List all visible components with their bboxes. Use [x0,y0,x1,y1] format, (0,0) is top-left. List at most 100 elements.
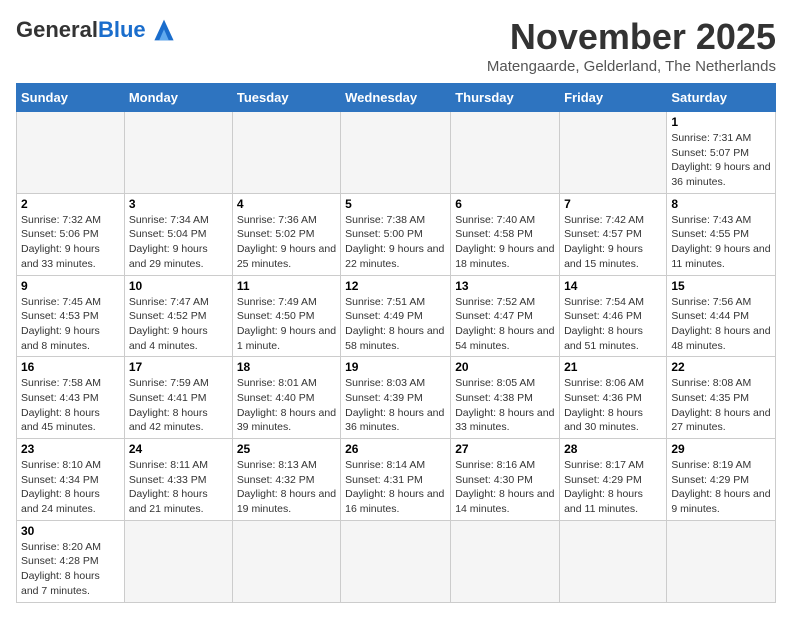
day-info: Sunrise: 7:45 AM Sunset: 4:53 PM Dayligh… [21,295,120,354]
day-cell: 27 Sunrise: 8:16 AM Sunset: 4:30 PM Dayli… [451,439,560,521]
logo-general: General [16,17,98,43]
day-number: 23 [21,442,120,456]
day-cell: 4 Sunrise: 7:36 AM Sunset: 5:02 PM Daylig… [232,193,340,275]
day-cell: 26 Sunrise: 8:14 AM Sunset: 4:31 PM Dayli… [341,439,451,521]
day-info: Sunrise: 7:52 AM Sunset: 4:47 PM Dayligh… [455,295,555,354]
day-info: Sunrise: 7:56 AM Sunset: 4:44 PM Dayligh… [671,295,771,354]
day-info: Sunrise: 8:20 AM Sunset: 4:28 PM Dayligh… [21,540,120,599]
day-cell: 10 Sunrise: 7:47 AM Sunset: 4:52 PM Dayli… [124,275,232,357]
day-info: Sunrise: 7:36 AM Sunset: 5:02 PM Dayligh… [237,213,336,272]
calendar-body: 1 Sunrise: 7:31 AM Sunset: 5:07 PM Daylig… [17,112,776,603]
day-cell: 16Sunrise: 7:58 AM Sunset: 4:43 PM Dayli… [17,357,125,439]
day-number: 18 [237,360,336,374]
day-number: 11 [237,279,336,293]
header-cell-wednesday: Wednesday [341,84,451,112]
day-info: Sunrise: 7:31 AM Sunset: 5:07 PM Dayligh… [671,131,771,190]
day-info: Sunrise: 8:13 AM Sunset: 4:32 PM Dayligh… [237,458,336,517]
day-info: Sunrise: 8:17 AM Sunset: 4:29 PM Dayligh… [564,458,662,517]
day-info: Sunrise: 8:19 AM Sunset: 4:29 PM Dayligh… [671,458,771,517]
day-info: Sunrise: 8:05 AM Sunset: 4:38 PM Dayligh… [455,376,555,435]
day-number: 10 [129,279,228,293]
day-cell [17,112,125,194]
day-cell: 24 Sunrise: 8:11 AM Sunset: 4:33 PM Dayli… [124,439,232,521]
day-cell: 7 Sunrise: 7:42 AM Sunset: 4:57 PM Daylig… [560,193,667,275]
day-cell: 8Sunrise: 7:43 AM Sunset: 4:55 PM Daylig… [667,193,776,275]
day-cell [232,112,340,194]
day-info: Sunrise: 7:49 AM Sunset: 4:50 PM Dayligh… [237,295,336,354]
day-cell [667,520,776,602]
day-cell: 30 Sunrise: 8:20 AM Sunset: 4:28 PM Dayli… [17,520,125,602]
logo-blue: Blue [98,17,146,43]
day-cell: 1 Sunrise: 7:31 AM Sunset: 5:07 PM Daylig… [667,112,776,194]
day-cell [341,520,451,602]
day-info: Sunrise: 7:54 AM Sunset: 4:46 PM Dayligh… [564,295,662,354]
day-info: Sunrise: 7:34 AM Sunset: 5:04 PM Dayligh… [129,213,228,272]
day-cell [341,112,451,194]
day-info: Sunrise: 8:14 AM Sunset: 4:31 PM Dayligh… [345,458,446,517]
day-cell: 20 Sunrise: 8:05 AM Sunset: 4:38 PM Dayli… [451,357,560,439]
day-number: 20 [455,360,555,374]
day-info: Sunrise: 7:42 AM Sunset: 4:57 PM Dayligh… [564,213,662,272]
day-info: Sunrise: 7:32 AM Sunset: 5:06 PM Dayligh… [21,213,120,272]
day-number: 19 [345,360,446,374]
day-info: Sunrise: 7:40 AM Sunset: 4:58 PM Dayligh… [455,213,555,272]
day-info: Sunrise: 8:08 AM Sunset: 4:35 PM Dayligh… [671,376,771,435]
day-cell: 18 Sunrise: 8:01 AM Sunset: 4:40 PM Dayli… [232,357,340,439]
day-cell: 11 Sunrise: 7:49 AM Sunset: 4:50 PM Dayli… [232,275,340,357]
day-info: Sunrise: 7:47 AM Sunset: 4:52 PM Dayligh… [129,295,228,354]
header-cell-saturday: Saturday [667,84,776,112]
day-cell: 2Sunrise: 7:32 AM Sunset: 5:06 PM Daylig… [17,193,125,275]
day-number: 7 [564,197,662,211]
week-row-0: 1 Sunrise: 7:31 AM Sunset: 5:07 PM Daylig… [17,112,776,194]
header-cell-tuesday: Tuesday [232,84,340,112]
day-number: 25 [237,442,336,456]
day-cell: 22Sunrise: 8:08 AM Sunset: 4:35 PM Dayli… [667,357,776,439]
day-number: 27 [455,442,555,456]
day-number: 15 [671,279,771,293]
day-number: 4 [237,197,336,211]
location-subtitle: Matengaarde, Gelderland, The Netherlands [487,58,776,75]
day-cell: 17 Sunrise: 7:59 AM Sunset: 4:41 PM Dayli… [124,357,232,439]
day-cell: 21Sunrise: 8:06 AM Sunset: 4:36 PM Dayli… [560,357,667,439]
title-area: November 2025 Matengaarde, Gelderland, T… [487,16,776,75]
day-number: 12 [345,279,446,293]
week-row-1: 2Sunrise: 7:32 AM Sunset: 5:06 PM Daylig… [17,193,776,275]
day-cell [560,112,667,194]
day-info: Sunrise: 8:10 AM Sunset: 4:34 PM Dayligh… [21,458,120,517]
calendar-table: SundayMondayTuesdayWednesdayThursdayFrid… [16,83,776,603]
day-cell [124,520,232,602]
day-info: Sunrise: 8:01 AM Sunset: 4:40 PM Dayligh… [237,376,336,435]
month-title: November 2025 [487,16,776,58]
day-cell: 13 Sunrise: 7:52 AM Sunset: 4:47 PM Dayli… [451,275,560,357]
day-cell: 29Sunrise: 8:19 AM Sunset: 4:29 PM Dayli… [667,439,776,521]
week-row-5: 30 Sunrise: 8:20 AM Sunset: 4:28 PM Dayli… [17,520,776,602]
day-number: 21 [564,360,662,374]
day-info: Sunrise: 8:16 AM Sunset: 4:30 PM Dayligh… [455,458,555,517]
day-number: 6 [455,197,555,211]
day-number: 8 [671,197,771,211]
day-cell [451,520,560,602]
day-number: 28 [564,442,662,456]
day-number: 13 [455,279,555,293]
day-number: 17 [129,360,228,374]
day-cell [451,112,560,194]
day-number: 30 [21,524,120,538]
week-row-3: 16Sunrise: 7:58 AM Sunset: 4:43 PM Dayli… [17,357,776,439]
logo-area: General Blue [16,16,180,44]
day-number: 24 [129,442,228,456]
day-number: 1 [671,115,771,129]
day-number: 26 [345,442,446,456]
header: General Blue November 2025 Matengaarde, … [16,16,776,75]
day-cell: 15 Sunrise: 7:56 AM Sunset: 4:44 PM Dayli… [667,275,776,357]
day-cell: 5Sunrise: 7:38 AM Sunset: 5:00 PM Daylig… [341,193,451,275]
header-row: SundayMondayTuesdayWednesdayThursdayFrid… [17,84,776,112]
day-info: Sunrise: 8:11 AM Sunset: 4:33 PM Dayligh… [129,458,228,517]
calendar-header: SundayMondayTuesdayWednesdayThursdayFrid… [17,84,776,112]
day-info: Sunrise: 8:03 AM Sunset: 4:39 PM Dayligh… [345,376,446,435]
header-cell-sunday: Sunday [17,84,125,112]
day-cell: 19 Sunrise: 8:03 AM Sunset: 4:39 PM Dayli… [341,357,451,439]
day-cell: 6 Sunrise: 7:40 AM Sunset: 4:58 PM Daylig… [451,193,560,275]
day-info: Sunrise: 7:59 AM Sunset: 4:41 PM Dayligh… [129,376,228,435]
day-cell [560,520,667,602]
day-cell: 25 Sunrise: 8:13 AM Sunset: 4:32 PM Dayli… [232,439,340,521]
